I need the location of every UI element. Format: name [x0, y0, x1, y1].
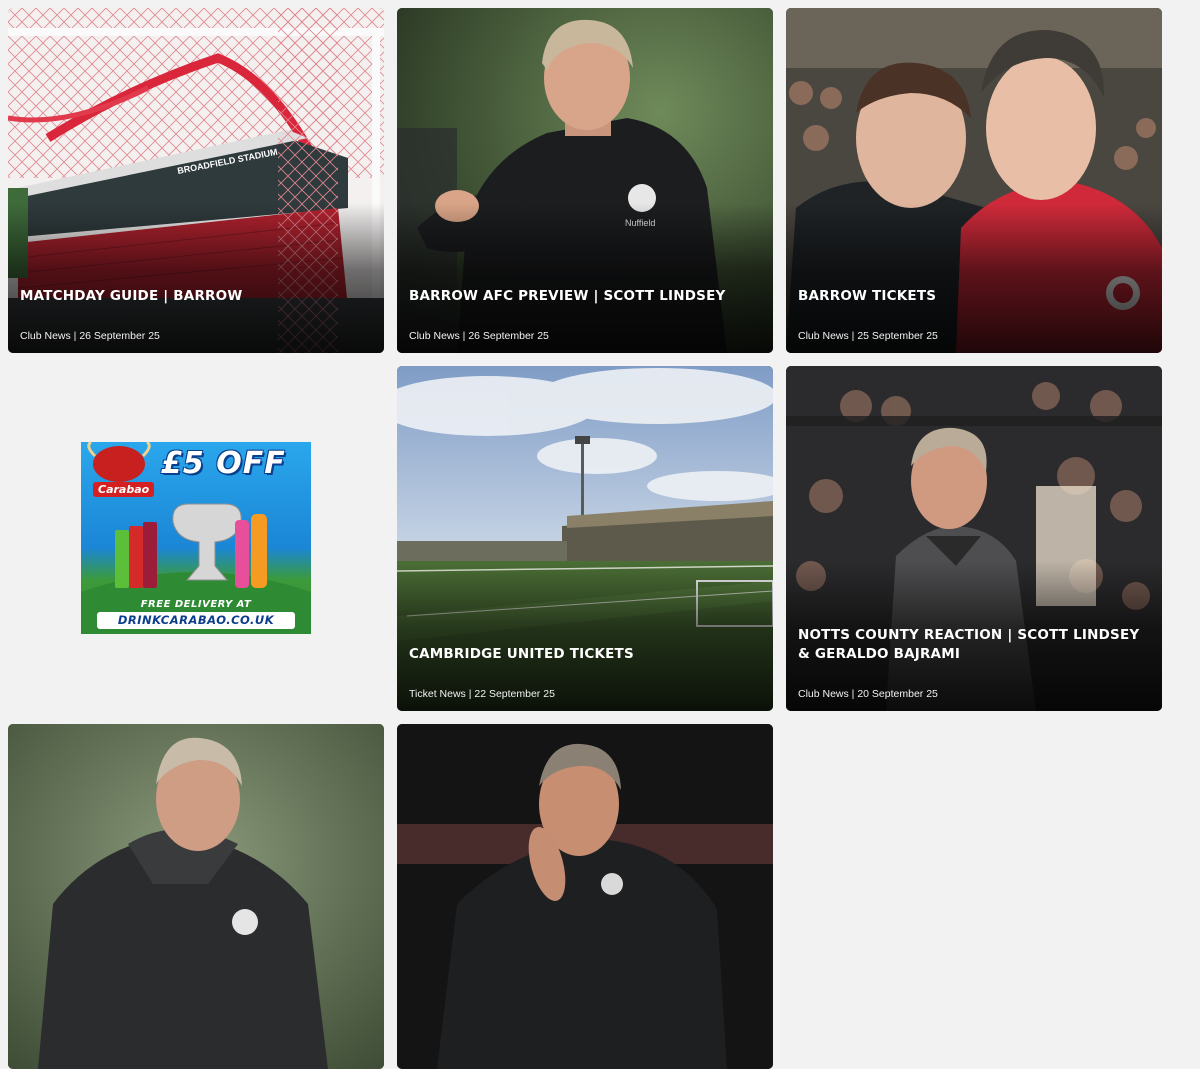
article-meta: Club News | 25 September 25 — [798, 330, 938, 342]
advert-headline: £5 OFF — [161, 446, 286, 481]
carabao-logo: Carabao — [93, 482, 155, 497]
article-meta: Club News | 26 September 25 — [20, 330, 160, 342]
news-card-barrow-afc-preview[interactable]: Nuffield BARROW AFC PREVIEW | SCOTT LIND… — [397, 8, 773, 353]
manager-applauding-photo — [397, 724, 773, 1069]
advert-url: DRINKCARABAO.CO.UK — [97, 612, 295, 629]
article-meta: Ticket News | 22 September 25 — [409, 688, 555, 700]
news-card-cambridge-united-tickets[interactable]: CAMBRIDGE UNITED TICKETS Ticket News | 2… — [397, 366, 773, 711]
news-card-matchday-guide[interactable]: BROADFIELD STADIUM MATCHDAY GUIDE | BARR… — [8, 8, 384, 353]
article-title: BARROW TICKETS — [798, 288, 937, 304]
article-title: CAMBRIDGE UNITED TICKETS — [409, 646, 634, 662]
article-title: BARROW AFC PREVIEW | SCOTT LINDSEY — [409, 288, 726, 304]
news-card-manager-applauding[interactable] — [397, 724, 773, 1069]
advert-delivery-text: FREE DELIVERY AT — [140, 599, 252, 610]
news-card-manager-portrait[interactable] — [8, 724, 384, 1069]
news-card-notts-county-reaction[interactable]: NOTTS COUNTY REACTION | SCOTT LINDSEY & … — [786, 366, 1162, 711]
article-title: NOTTS COUNTY REACTION | SCOTT LINDSEY & … — [798, 627, 1140, 662]
article-title: MATCHDAY GUIDE | BARROW — [20, 288, 243, 304]
carabao-advert[interactable]: £5 OFF Carabao FREE DELIVERY AT DRINKCAR… — [81, 442, 311, 634]
article-meta: Club News | 26 September 25 — [409, 330, 549, 342]
manager-portrait-photo — [8, 724, 384, 1069]
news-card-barrow-tickets[interactable]: BARROW TICKETS Club News | 25 September … — [786, 8, 1162, 353]
article-meta: Club News | 20 September 25 — [798, 688, 938, 700]
